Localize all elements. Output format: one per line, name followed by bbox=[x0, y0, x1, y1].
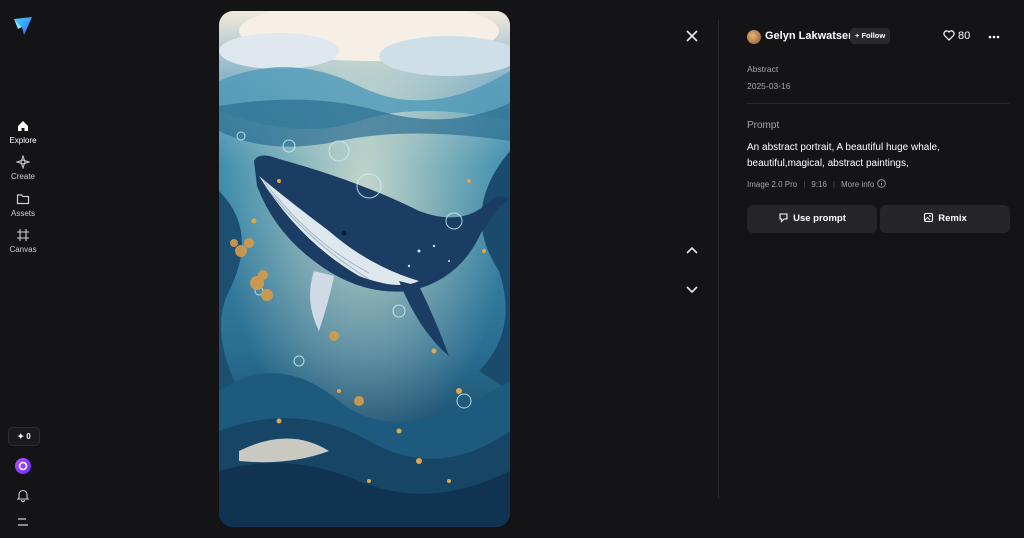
remix-button[interactable]: Remix bbox=[880, 205, 1010, 233]
folder-icon bbox=[16, 194, 30, 205]
section-divider bbox=[747, 103, 1009, 104]
more-info-link[interactable]: More info bbox=[840, 179, 886, 189]
aspect-ratio: 9:16 bbox=[811, 180, 827, 189]
sidebar-item-create[interactable]: Create bbox=[0, 155, 46, 181]
user-avatar[interactable] bbox=[15, 458, 31, 474]
prompt-text: An abstract portrait, A beautiful huge w… bbox=[747, 142, 940, 169]
artwork-image[interactable] bbox=[219, 11, 510, 527]
publish-date: 2025-03-16 bbox=[747, 81, 791, 91]
generation-meta: Image 2.0 Pro | 9:16 | More info bbox=[747, 179, 886, 189]
sidebar-item-canvas[interactable]: Canvas bbox=[0, 228, 46, 254]
panel-divider bbox=[718, 20, 719, 498]
author-avatar[interactable] bbox=[747, 30, 761, 44]
follow-button[interactable]: + Follow bbox=[850, 28, 891, 44]
chevron-up-icon[interactable] bbox=[684, 242, 700, 258]
like-count: 80 bbox=[958, 30, 971, 42]
sparkle-icon bbox=[16, 155, 30, 169]
category-label: Abstract bbox=[747, 64, 779, 74]
sidebar-item-label: Assets bbox=[10, 209, 35, 218]
sidebar-item-assets[interactable]: Assets bbox=[0, 192, 46, 218]
prompt-heading: Prompt bbox=[747, 120, 780, 131]
use-prompt-label: Use prompt bbox=[793, 213, 846, 224]
heart-icon bbox=[943, 30, 955, 41]
remix-label: Remix bbox=[938, 213, 967, 224]
chevron-down-icon[interactable] bbox=[684, 282, 700, 298]
like-button[interactable]: 80 bbox=[943, 30, 970, 42]
close-icon[interactable] bbox=[684, 28, 700, 44]
info-icon bbox=[876, 179, 886, 188]
sidebar: Explore Create Assets Canvas ✦ 0 bbox=[0, 0, 46, 538]
whale-illustration bbox=[219, 11, 510, 527]
sidebar-item-label: Create bbox=[10, 172, 35, 181]
sidebar-item-label: Canvas bbox=[9, 245, 37, 254]
sidebar-item-explore[interactable]: Explore bbox=[0, 119, 46, 145]
author-row: Gelyn Lakwatsera + Follow 80 bbox=[747, 28, 1009, 46]
image-icon bbox=[924, 212, 934, 223]
sidebar-item-label: Explore bbox=[9, 136, 37, 145]
credits-badge[interactable]: ✦ 0 bbox=[8, 427, 40, 446]
more-options-icon[interactable] bbox=[987, 30, 1001, 44]
logo-icon[interactable] bbox=[12, 15, 34, 37]
use-prompt-icon bbox=[779, 213, 788, 223]
author-name[interactable]: Gelyn Lakwatsera bbox=[765, 30, 859, 42]
menu-icon[interactable] bbox=[16, 516, 30, 528]
more-info-label: More info bbox=[840, 180, 875, 189]
bell-icon[interactable] bbox=[16, 488, 30, 502]
home-icon bbox=[18, 121, 28, 131]
user-avatar-icon bbox=[18, 461, 28, 471]
model-name: Image 2.0 Pro bbox=[747, 180, 798, 189]
use-prompt-button[interactable]: Use prompt bbox=[747, 205, 877, 233]
frame-icon bbox=[17, 229, 29, 241]
